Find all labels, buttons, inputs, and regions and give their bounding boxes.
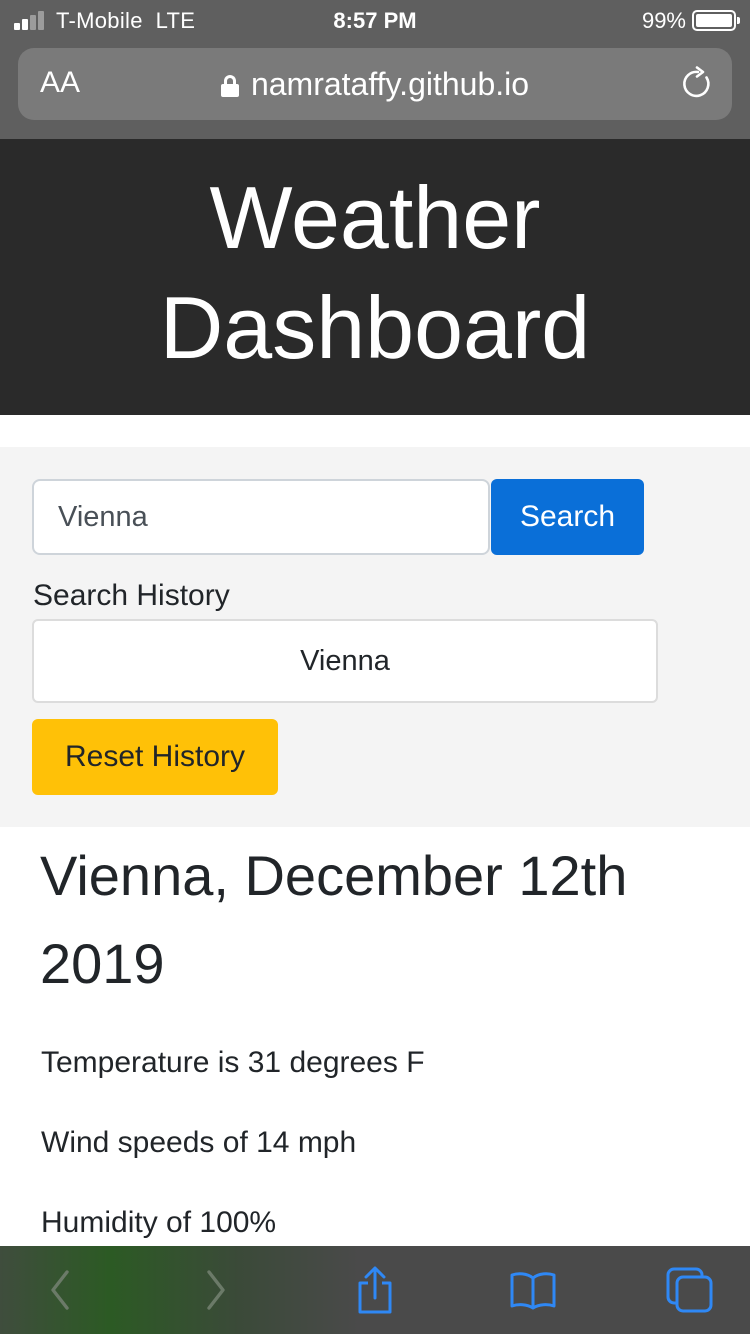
reload-icon[interactable] [680, 66, 716, 102]
url-display[interactable]: namrataffy.github.io [18, 66, 732, 102]
humidity-text: Humidity of 100% [41, 1206, 277, 1239]
browser-url-area: AA namrataffy.github.io [0, 40, 750, 139]
status-time: 8:57 PM [333, 8, 417, 33]
forward-button[interactable] [166, 1246, 266, 1334]
bookmarks-button[interactable] [483, 1246, 583, 1334]
city-date-heading: Vienna, December 12th 2019 [40, 844, 628, 995]
status-bar: T-Mobile LTE 8:57 PM 99% [0, 0, 750, 40]
search-panel: Search Search History Vienna Reset Histo… [0, 447, 750, 827]
address-bar[interactable]: AA namrataffy.github.io [18, 48, 732, 120]
wind-speed-text: Wind speeds of 14 mph [41, 1126, 357, 1159]
battery-icon [692, 10, 740, 31]
browser-toolbar [0, 1246, 750, 1334]
search-history-label: Search History [33, 579, 230, 612]
history-item[interactable]: Vienna [32, 619, 658, 703]
back-icon [51, 1270, 69, 1310]
page-header: Weather Dashboard [0, 139, 750, 415]
lock-icon [220, 75, 239, 97]
tabs-icon [666, 1267, 713, 1313]
reset-history-button[interactable]: Reset History [32, 719, 278, 795]
page-title: Weather Dashboard [159, 168, 591, 377]
city-search-input[interactable] [32, 479, 490, 555]
share-button[interactable] [325, 1246, 425, 1334]
back-button[interactable] [10, 1246, 110, 1334]
search-button[interactable]: Search [491, 479, 644, 555]
share-icon [358, 1266, 392, 1314]
bookmarks-icon [510, 1272, 556, 1310]
forward-icon [207, 1270, 225, 1310]
temperature-text: Temperature is 31 degrees F [41, 1046, 425, 1079]
battery-percentage: 99% [641, 8, 686, 33]
tabs-button[interactable] [640, 1246, 740, 1334]
url-text: namrataffy.github.io [250, 66, 530, 102]
